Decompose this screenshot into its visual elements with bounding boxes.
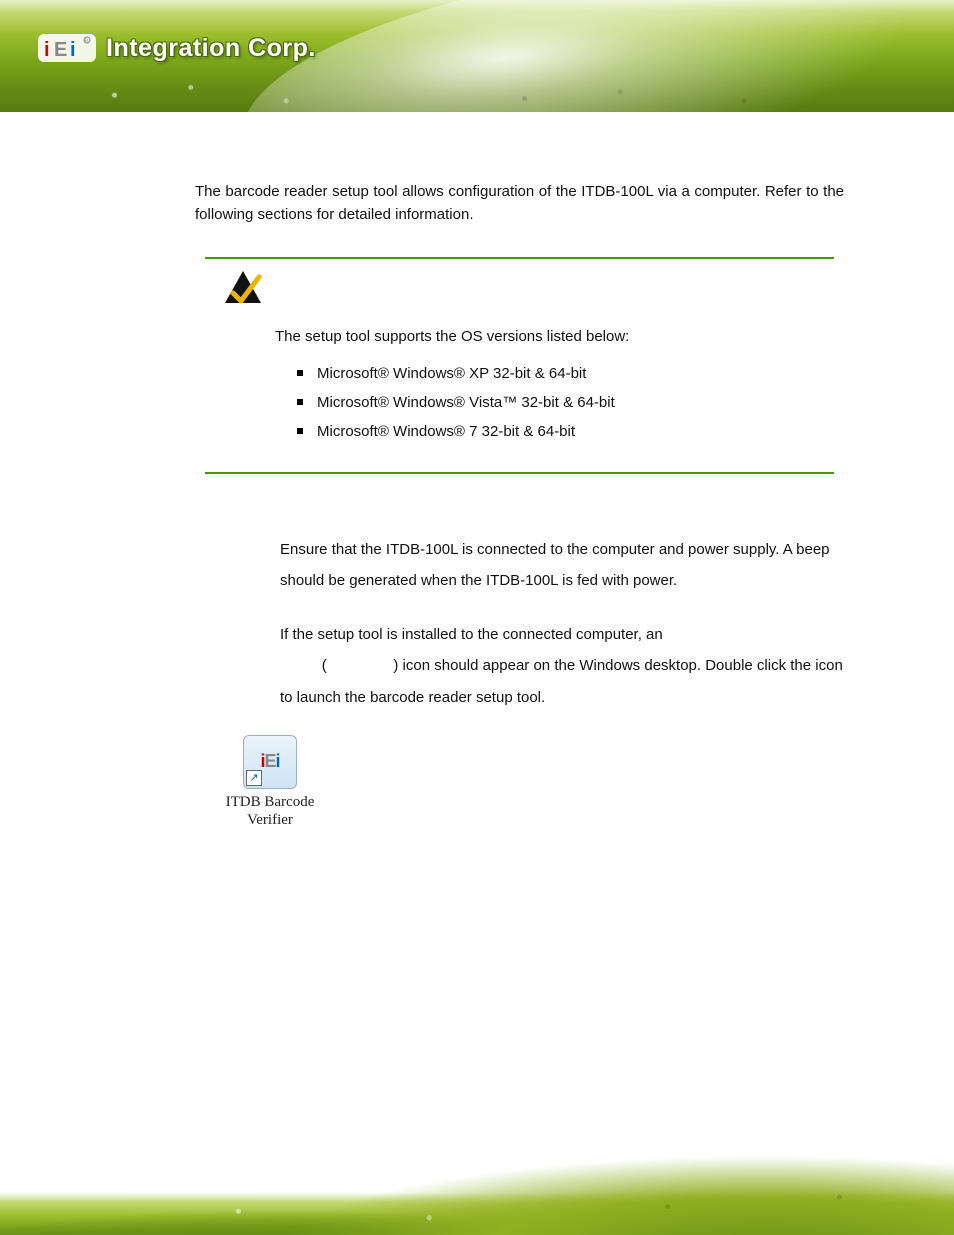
- svg-text:i: i: [44, 39, 50, 61]
- brand-logo: i E i R Integration Corp.: [38, 28, 316, 68]
- logo-mark-icon: i E i R: [38, 28, 96, 68]
- svg-text:i: i: [70, 39, 76, 61]
- step-2-part-b: ) icon should appear on the Windows desk…: [280, 657, 843, 706]
- page-footer: [0, 1140, 954, 1235]
- list-item: Microsoft® Windows® Vista™ 32-bit & 64-b…: [297, 391, 824, 414]
- shortcut-label-line1: ITDB Barcode: [226, 794, 315, 810]
- divider-bottom: [205, 472, 834, 474]
- intro-paragraph: The barcode reader setup tool allows con…: [195, 180, 844, 227]
- shortcut-overlay-icon: ↗: [246, 770, 262, 786]
- step-1: Ensure that the ITDB-100L is connected t…: [280, 534, 844, 597]
- page-content: The barcode reader setup tool allows con…: [195, 180, 844, 829]
- list-item: Microsoft® Windows® XP 32-bit & 64-bit: [297, 362, 824, 385]
- svg-text:R: R: [85, 39, 89, 45]
- shortcut-label-line2: Verifier: [247, 812, 293, 828]
- shortcut-tile-icon: iEi ↗: [243, 735, 297, 789]
- note-body: The setup tool supports the OS versions …: [205, 325, 834, 468]
- step-2: If the setup tool is installed to the co…: [280, 619, 844, 714]
- svg-text:E: E: [54, 39, 67, 61]
- note-lead: The setup tool supports the OS versions …: [275, 325, 824, 348]
- note-box: The setup tool supports the OS versions …: [205, 257, 834, 474]
- company-name: Integration Corp.: [106, 34, 316, 63]
- shortcut-label: ITDB Barcode Verifier: [215, 793, 325, 829]
- step-2-part-a: If the setup tool is installed to the co…: [280, 626, 663, 643]
- os-list: Microsoft® Windows® XP 32-bit & 64-bit M…: [275, 362, 824, 444]
- list-item: Microsoft® Windows® 7 32-bit & 64-bit: [297, 420, 824, 443]
- divider-top: [205, 257, 834, 259]
- steps: Ensure that the ITDB-100L is connected t…: [195, 534, 844, 714]
- desktop-shortcut-icon: iEi ↗ ITDB Barcode Verifier: [215, 735, 325, 829]
- note-icon: [223, 269, 263, 307]
- paren-open: (: [322, 657, 327, 674]
- page-header: i E i R Integration Corp.: [0, 0, 954, 112]
